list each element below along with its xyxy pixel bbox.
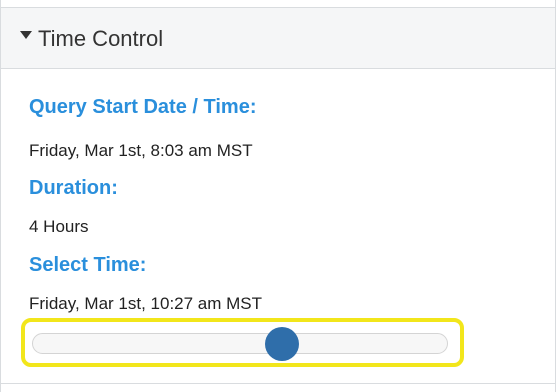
slider-track[interactable]: [32, 333, 448, 354]
query-start-label: Query Start Date / Time:: [29, 96, 257, 118]
panel-title: Time Control: [38, 26, 164, 51]
duration-label: Duration:: [29, 177, 118, 199]
caret-down-icon[interactable]: [20, 31, 32, 39]
time-slider[interactable]: [32, 327, 448, 361]
slider-thumb[interactable]: [264, 327, 299, 361]
panel-divider: [1, 383, 555, 384]
duration-value: 4 Hours: [29, 217, 89, 236]
select-time-label: Select Time:: [29, 254, 147, 276]
time-control-header[interactable]: Time Control: [1, 7, 555, 69]
time-control-body: Query Start Date / Time: Friday, Mar 1st…: [1, 69, 555, 384]
time-control-panel: Time Control Query Start Date / Time: Fr…: [0, 0, 556, 392]
select-time-value: Friday, Mar 1st, 10:27 am MST: [29, 294, 263, 313]
query-start-value: Friday, Mar 1st, 8:03 am MST: [29, 141, 253, 160]
